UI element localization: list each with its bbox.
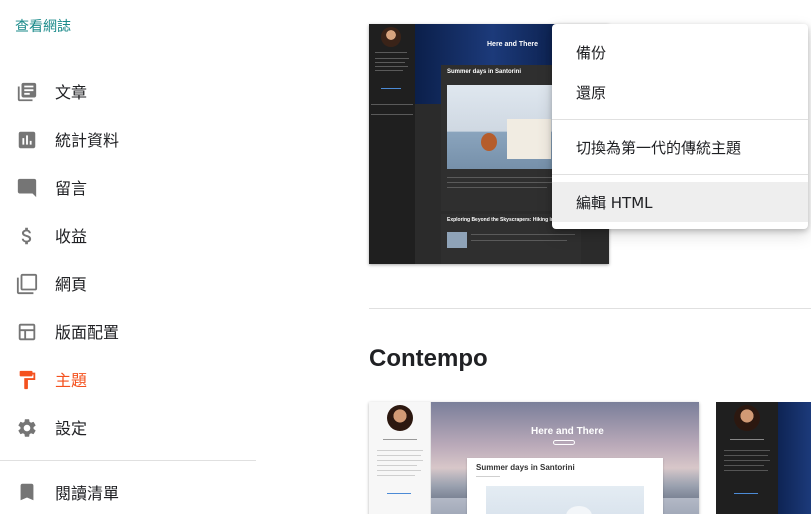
- preview-building: [507, 119, 551, 159]
- preview-text-line: [724, 465, 764, 466]
- preview-text-line: [724, 450, 770, 451]
- sidebar-item-stats[interactable]: 統計資料: [0, 115, 256, 163]
- preview-text-line: [724, 455, 768, 456]
- settings-icon: [18, 419, 36, 437]
- sidebar-item-label: 設定: [55, 419, 88, 438]
- preview-text-line: [377, 465, 417, 466]
- menu-item-backup[interactable]: 備份: [552, 32, 808, 72]
- preview-text-line: [375, 62, 405, 63]
- menu-item-edit-html[interactable]: 編輯 HTML: [552, 182, 808, 222]
- preview-button: [381, 88, 401, 89]
- preview-button: [553, 440, 575, 445]
- preview-sidebar: [716, 402, 778, 514]
- preview-text-line: [375, 58, 409, 59]
- avatar: [381, 27, 401, 47]
- theme-icon: [19, 370, 36, 390]
- sidebar-nav: 文章 統計資料 留言 收益 網頁 版面配置 主題 設定: [0, 67, 256, 451]
- sidebar-item-label: 統計資料: [55, 131, 120, 150]
- sidebar-item-comments[interactable]: 留言: [0, 163, 256, 211]
- menu-divider: [552, 119, 808, 120]
- preview-sidebar: [369, 24, 415, 264]
- preview-post-card: Summer days in Santorini: [467, 458, 663, 514]
- sidebar-item-layout[interactable]: 版面配置: [0, 307, 256, 355]
- preview-dome: [566, 506, 592, 514]
- preview-text-line: [447, 187, 547, 188]
- preview-sidebar: [369, 402, 431, 514]
- sidebar-item-label: 留言: [55, 179, 88, 198]
- sidebar-item-reading-list[interactable]: 閱讀清單: [0, 467, 256, 514]
- comments-icon: [17, 178, 37, 198]
- sidebar-item-label: 版面配置: [55, 323, 120, 342]
- theme-section-title: Contempo: [369, 345, 488, 372]
- sidebar-divider: [0, 460, 256, 461]
- preview-blog-title: Here and There: [487, 41, 538, 48]
- sidebar-item-label: 主題: [55, 371, 88, 390]
- preview-post-title: Summer days in Santorini: [476, 463, 575, 472]
- avatar: [387, 405, 413, 431]
- preview-blog-title: Here and There: [531, 426, 604, 437]
- preview-hero: [778, 402, 811, 514]
- menu-divider: [552, 174, 808, 175]
- pages-icon: [16, 273, 38, 295]
- posts-icon: [17, 82, 37, 102]
- preview-text-line: [377, 455, 421, 456]
- preview-text-line: [724, 470, 768, 471]
- sidebar-item-theme[interactable]: 主題: [0, 355, 256, 403]
- stats-icon: [18, 131, 36, 149]
- preview-text-line: [476, 476, 500, 477]
- preview-text-line: [375, 70, 403, 71]
- theme-options-menu: 備份 還原 切換為第一代的傳統主題 編輯 HTML: [552, 24, 808, 229]
- preview-post-title: Summer days in Santorini: [447, 69, 522, 75]
- section-divider: [369, 308, 811, 309]
- avatar: [734, 405, 760, 431]
- sidebar-item-label: 閱讀清單: [55, 484, 120, 503]
- preview-text-line: [377, 470, 421, 471]
- preview-text-line: [471, 240, 567, 241]
- sidebar-item-label: 文章: [55, 83, 88, 102]
- preview-text-line: [724, 460, 770, 461]
- preview-text-line: [377, 450, 423, 451]
- menu-item-restore[interactable]: 還原: [552, 72, 808, 112]
- preview-text-line: [471, 234, 575, 235]
- menu-item-label: 還原: [576, 84, 607, 102]
- sidebar-item-earnings[interactable]: 收益: [0, 211, 256, 259]
- layout-icon: [18, 323, 36, 341]
- preview-divider: [371, 114, 413, 115]
- preview-divider: [371, 104, 413, 105]
- menu-item-label: 編輯 HTML: [576, 194, 653, 212]
- menu-item-switch-classic-theme[interactable]: 切換為第一代的傳統主題: [552, 127, 808, 167]
- bookmark-icon: [20, 483, 34, 501]
- preview-text-line: [375, 52, 407, 53]
- preview-text-line: [383, 439, 417, 440]
- preview-text-line: [447, 182, 567, 183]
- preview-text-line: [377, 460, 423, 461]
- preview-text-line: [730, 439, 764, 440]
- preview-pot: [481, 133, 497, 151]
- sidebar-item-label: 網頁: [55, 275, 88, 294]
- preview-text-line: [375, 66, 408, 67]
- sidebar-item-posts[interactable]: 文章: [0, 67, 256, 115]
- preview-button: [734, 493, 758, 494]
- preview-post-title: Exploring Beyond the Skyscrapers: Hiking…: [447, 217, 566, 223]
- sidebar-item-label: 收益: [55, 227, 88, 246]
- preview-button: [387, 493, 411, 494]
- menu-item-label: 備份: [576, 44, 607, 62]
- preview-post-image: [486, 486, 644, 514]
- menu-item-label: 切換為第一代的傳統主題: [576, 139, 742, 157]
- contempo-light-thumbnail[interactable]: Here and There Summer days in Santorini: [369, 402, 699, 514]
- preview-post-image: [447, 232, 467, 248]
- sidebar-item-settings[interactable]: 設定: [0, 403, 256, 451]
- contempo-dark-thumbnail[interactable]: [716, 402, 811, 514]
- preview-text-line: [377, 475, 415, 476]
- earnings-icon: [21, 227, 32, 245]
- sidebar-item-pages[interactable]: 網頁: [0, 259, 256, 307]
- view-blog-link[interactable]: 查看網誌: [15, 16, 71, 36]
